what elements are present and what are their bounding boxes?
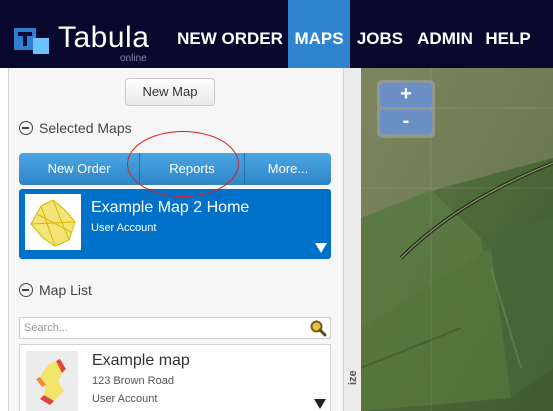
- map-view[interactable]: + -: [361, 68, 553, 411]
- top-navigation-bar: Tabula online NEW ORDER MAPS JOBS ADMIN …: [0, 0, 553, 68]
- nav-admin[interactable]: ADMIN: [410, 0, 480, 68]
- expand-chevron-down-icon[interactable]: [315, 243, 327, 253]
- search-input[interactable]: [20, 318, 306, 338]
- sidebar: New Map Selected Maps New Order Reports …: [8, 68, 343, 411]
- selected-map-account: User Account: [91, 222, 157, 234]
- map-thumbnail: [26, 351, 78, 411]
- zoom-controls: + -: [377, 80, 435, 138]
- nav-maps[interactable]: MAPS: [288, 0, 350, 68]
- nav-jobs[interactable]: JOBS: [350, 0, 410, 68]
- selected-maps-header[interactable]: Selected Maps: [19, 118, 132, 138]
- map-list-heading: Map List: [39, 282, 92, 298]
- selected-map-title: Example Map 2 Home: [91, 199, 250, 216]
- list-item-address: 123 Brown Road: [92, 375, 174, 387]
- search-icon[interactable]: [309, 319, 327, 337]
- expand-chevron-down-icon[interactable]: [314, 399, 326, 409]
- resize-label: ize: [347, 370, 359, 385]
- map-thumbnail: [25, 194, 81, 250]
- nav-help[interactable]: HELP: [478, 0, 538, 68]
- tab-new-order[interactable]: New Order: [19, 153, 139, 185]
- tab-reports[interactable]: Reports: [139, 153, 245, 185]
- tab-more[interactable]: More...: [245, 153, 331, 185]
- logo-subtitle: online: [120, 53, 147, 64]
- collapse-minus-icon[interactable]: [19, 283, 33, 297]
- zoom-in-button[interactable]: +: [380, 83, 432, 107]
- list-item[interactable]: Example map 123 Brown Road User Account: [19, 344, 331, 411]
- selected-maps-actions: New Order Reports More...: [19, 153, 331, 185]
- logo-mark-icon: [14, 28, 49, 56]
- map-list-header[interactable]: Map List: [19, 280, 92, 300]
- selected-maps-heading: Selected Maps: [39, 120, 132, 136]
- logo-name: Tabula: [58, 21, 150, 54]
- zoom-out-button[interactable]: -: [380, 110, 432, 134]
- map-search: [19, 317, 331, 339]
- list-item-title: Example map: [92, 352, 190, 369]
- collapse-minus-icon[interactable]: [19, 121, 33, 135]
- nav-new-order[interactable]: NEW ORDER: [172, 0, 288, 68]
- tabula-logo[interactable]: Tabula online: [8, 11, 168, 64]
- sidebar-resize-handle[interactable]: ize: [343, 68, 361, 411]
- list-item-account: User Account: [92, 393, 158, 405]
- selected-map-card[interactable]: Example Map 2 Home User Account: [19, 189, 331, 259]
- new-map-button[interactable]: New Map: [125, 78, 215, 106]
